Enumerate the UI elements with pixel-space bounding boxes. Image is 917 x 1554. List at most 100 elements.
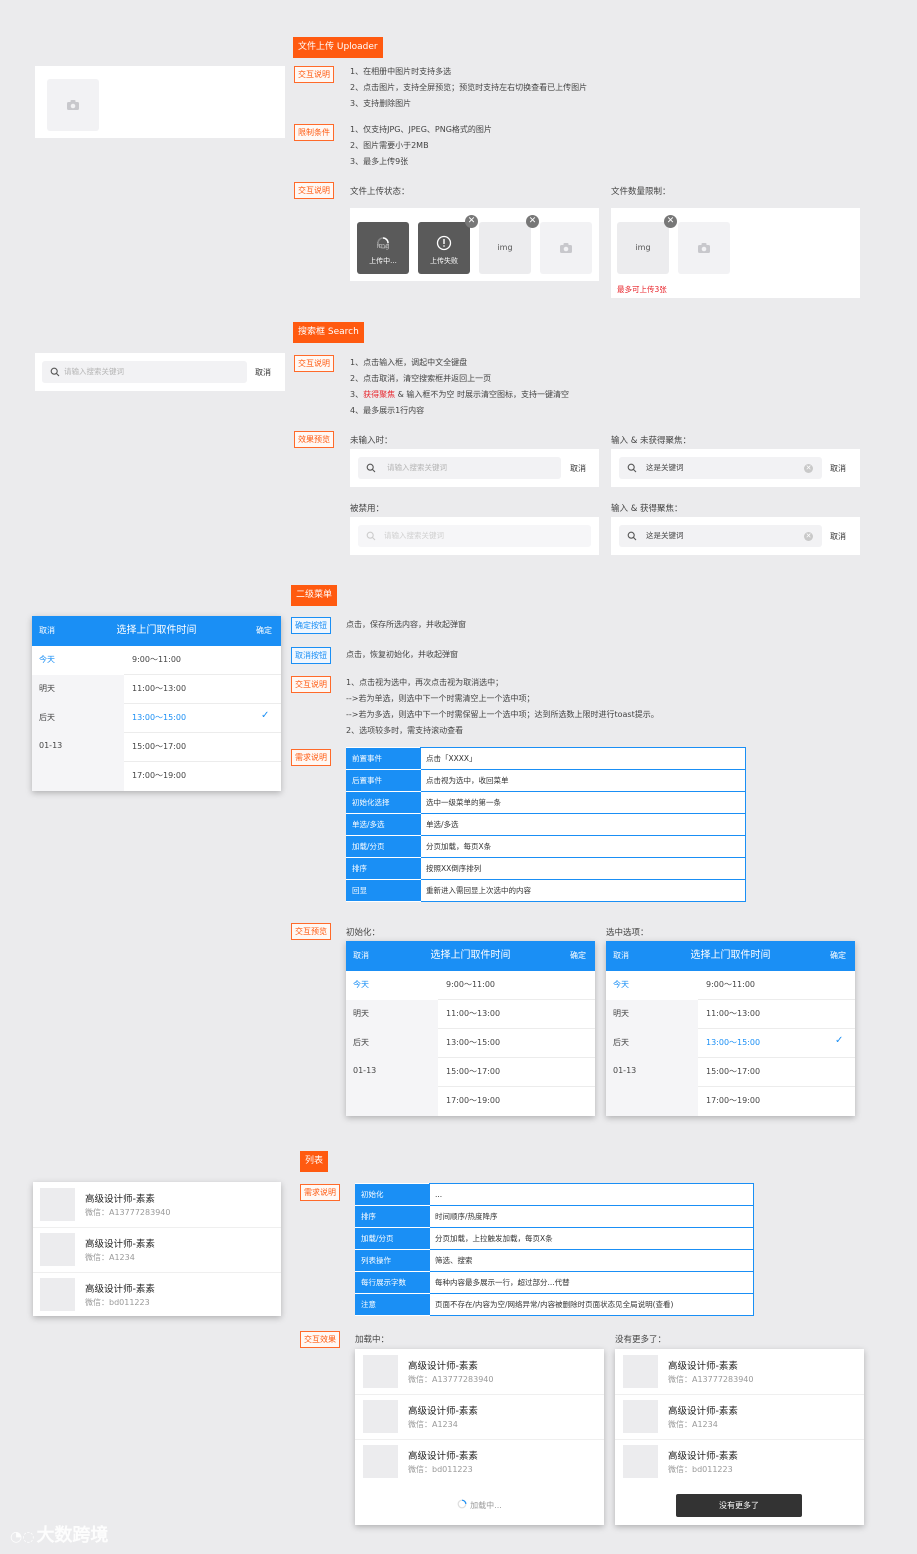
picker-slot-item[interactable]: 11:00～13:00 bbox=[706, 1008, 760, 1019]
search-preview-input-focus: 这是关键词 ✕ 取消 bbox=[611, 517, 860, 555]
upload-add-slot[interactable] bbox=[47, 79, 99, 131]
picker-slot-item[interactable]: 11:00～13:00 bbox=[132, 683, 186, 694]
loading-indicator: 加载中... bbox=[355, 1499, 604, 1511]
list-item-avatar bbox=[363, 1355, 398, 1388]
watermark-text: 大数跨境 bbox=[36, 1525, 109, 1546]
search-input-disabled: 请输入搜索关键词 bbox=[358, 525, 591, 547]
req-value: 分页加载，每页X条 bbox=[420, 835, 746, 858]
list-item-title[interactable]: 高级设计师-素素 bbox=[668, 1403, 738, 1417]
picker-slot-item[interactable]: 17:00～19:00 bbox=[446, 1095, 500, 1106]
picker-day-item[interactable]: 01-13 bbox=[613, 1066, 636, 1075]
list-item-title[interactable]: 高级设计师-素素 bbox=[85, 1191, 155, 1205]
menu-interaction-note-2: -->若为单选，则选中下一个时需清空上一个选中项； bbox=[346, 694, 535, 703]
delete-image-close-icon-2[interactable]: ✕ bbox=[664, 215, 677, 228]
uploader-interaction-note-3: 3、支持删除图片 bbox=[350, 99, 412, 108]
upload-slot-uploading: img 上传中... bbox=[357, 222, 409, 274]
picker-day-item[interactable]: 明天 bbox=[353, 1008, 369, 1019]
clear-icon[interactable]: ✕ bbox=[804, 464, 813, 473]
search-input-empty[interactable]: 请输入搜索关键词 bbox=[358, 457, 561, 479]
search-cancel-button[interactable]: 取消 bbox=[255, 367, 271, 378]
search-input-focused[interactable]: 这是关键词 ✕ bbox=[619, 525, 822, 547]
list-item-title[interactable]: 高级设计师-素素 bbox=[668, 1358, 738, 1372]
upload-slot-failed[interactable]: 上传失败 bbox=[418, 222, 470, 274]
picker-slot-item[interactable]: 17:00～19:00 bbox=[132, 770, 186, 781]
list-effect-tag: 交互效果 bbox=[300, 1331, 340, 1348]
list-loading-preview: 高级设计师-素素 微信：A13777283940 高级设计师-素素 微信：A12… bbox=[355, 1349, 604, 1525]
picker-day-item[interactable]: 后天 bbox=[353, 1037, 369, 1048]
search-label-empty: 未输入时： bbox=[350, 436, 393, 446]
search-note-3: 3、获得聚焦 & 输入框不为空 时展示清空图标，支持一键清空 bbox=[350, 387, 569, 403]
upload-slot-image-2[interactable]: img bbox=[617, 222, 669, 274]
list-item-avatar bbox=[40, 1233, 75, 1266]
picker-day-item[interactable]: 今天 bbox=[613, 979, 629, 990]
picker-slot-item[interactable]: 9:00～11:00 bbox=[706, 979, 755, 990]
upload-add-slot-2[interactable] bbox=[540, 222, 592, 274]
picker-day-item[interactable]: 01-13 bbox=[39, 741, 62, 750]
search-cancel-button[interactable]: 取消 bbox=[830, 463, 846, 474]
search-cancel-button[interactable]: 取消 bbox=[570, 463, 586, 474]
picker-slot-item[interactable]: 15:00～17:00 bbox=[446, 1066, 500, 1077]
picker-slot-item[interactable]: 9:00～11:00 bbox=[132, 654, 181, 665]
picker-confirm-button[interactable]: 确定 bbox=[256, 616, 272, 646]
picker-slot-item-selected[interactable]: 13:00～15:00 bbox=[706, 1037, 760, 1048]
uploader-interaction-note-1: 1、在相册中图片时支持多选 bbox=[350, 67, 452, 76]
uploader-limit-note-2: 2、图片需要小于2MB bbox=[350, 141, 429, 150]
clear-icon[interactable]: ✕ bbox=[804, 532, 813, 541]
camera-icon bbox=[67, 100, 79, 110]
search-cancel-button[interactable]: 取消 bbox=[830, 531, 846, 542]
list-item-title[interactable]: 高级设计师-素素 bbox=[408, 1403, 478, 1417]
divider bbox=[124, 761, 281, 762]
delete-failed-close-icon[interactable]: ✕ bbox=[465, 215, 478, 228]
search-value: 这是关键词 bbox=[646, 463, 684, 472]
search-section-title: 搜索框 Search bbox=[293, 322, 364, 343]
search-note-3-prefix: 3、 bbox=[350, 390, 364, 399]
picker-header: 取消 选择上门取件时间 确定 bbox=[606, 941, 855, 971]
search-note-4: 4、最多展示1行内容 bbox=[350, 406, 425, 415]
picker-confirm-button[interactable]: 确定 bbox=[830, 941, 846, 971]
list-item-title[interactable]: 高级设计师-素素 bbox=[85, 1281, 155, 1295]
picker-slot-item-selected[interactable]: 13:00～15:00 bbox=[132, 712, 186, 723]
picker-title: 选择上门取件时间 bbox=[430, 950, 511, 961]
divider bbox=[698, 1028, 855, 1029]
divider bbox=[438, 999, 595, 1000]
menu-label-selected: 选中选项： bbox=[606, 928, 649, 938]
picker-day-item[interactable]: 明天 bbox=[39, 683, 55, 694]
uploader-limit-note-1: 1、仅支持JPG、JPEG、PNG格式的图片 bbox=[350, 125, 492, 134]
list-item-title[interactable]: 高级设计师-素素 bbox=[408, 1448, 478, 1462]
picker-day-item[interactable]: 后天 bbox=[613, 1037, 629, 1048]
upload-add-slot-3[interactable] bbox=[678, 222, 730, 274]
picker-slot-item[interactable]: 17:00～19:00 bbox=[706, 1095, 760, 1106]
picker-slot-item[interactable]: 11:00～13:00 bbox=[446, 1008, 500, 1019]
picker-day-item[interactable]: 01-13 bbox=[353, 1066, 376, 1075]
picker-header: 取消 选择上门取件时间 确定 bbox=[346, 941, 595, 971]
divider bbox=[615, 1394, 864, 1395]
list-item-title[interactable]: 高级设计师-素素 bbox=[408, 1358, 478, 1372]
req-key: 前置事件 bbox=[346, 747, 421, 770]
req-value: 分页加载，上拉触发加载，每页X条 bbox=[429, 1227, 754, 1250]
picker-slot-item[interactable]: 15:00～17:00 bbox=[132, 741, 186, 752]
picker-day-item[interactable]: 今天 bbox=[353, 979, 369, 990]
delete-image-close-icon[interactable]: ✕ bbox=[526, 215, 539, 228]
uploader-section-title: 文件上传 Uploader bbox=[293, 37, 383, 58]
picker-slot-item[interactable]: 9:00～11:00 bbox=[446, 979, 495, 990]
uploader-limit-note-3: 3、最多上传9张 bbox=[350, 157, 409, 166]
upload-slot-image[interactable]: img bbox=[479, 222, 531, 274]
list-item-title[interactable]: 高级设计师-素素 bbox=[85, 1236, 155, 1250]
req-value: 选中一级菜单的第一条 bbox=[420, 791, 746, 814]
picker-slot-item[interactable]: 15:00～17:00 bbox=[706, 1066, 760, 1077]
divider bbox=[698, 999, 855, 1000]
picker-day-item[interactable]: 今天 bbox=[39, 654, 55, 665]
list-item-title[interactable]: 高级设计师-素素 bbox=[668, 1448, 738, 1462]
list-item-avatar bbox=[363, 1400, 398, 1433]
table-row: 单选/多选 单选/多选 bbox=[346, 813, 746, 836]
picker-confirm-button[interactable]: 确定 bbox=[570, 941, 586, 971]
picker-slot-item[interactable]: 13:00～15:00 bbox=[446, 1037, 500, 1048]
picker-day-item[interactable]: 明天 bbox=[613, 1008, 629, 1019]
camera-icon bbox=[698, 243, 710, 253]
search-icon bbox=[366, 531, 376, 541]
picker-day-item[interactable]: 后天 bbox=[39, 712, 55, 723]
req-value: 按照XX倒序排列 bbox=[420, 857, 746, 880]
req-key: 列表操作 bbox=[355, 1249, 430, 1272]
search-input[interactable]: 请输入搜索关键词 bbox=[42, 361, 247, 383]
search-input-filled[interactable]: 这是关键词 ✕ bbox=[619, 457, 822, 479]
